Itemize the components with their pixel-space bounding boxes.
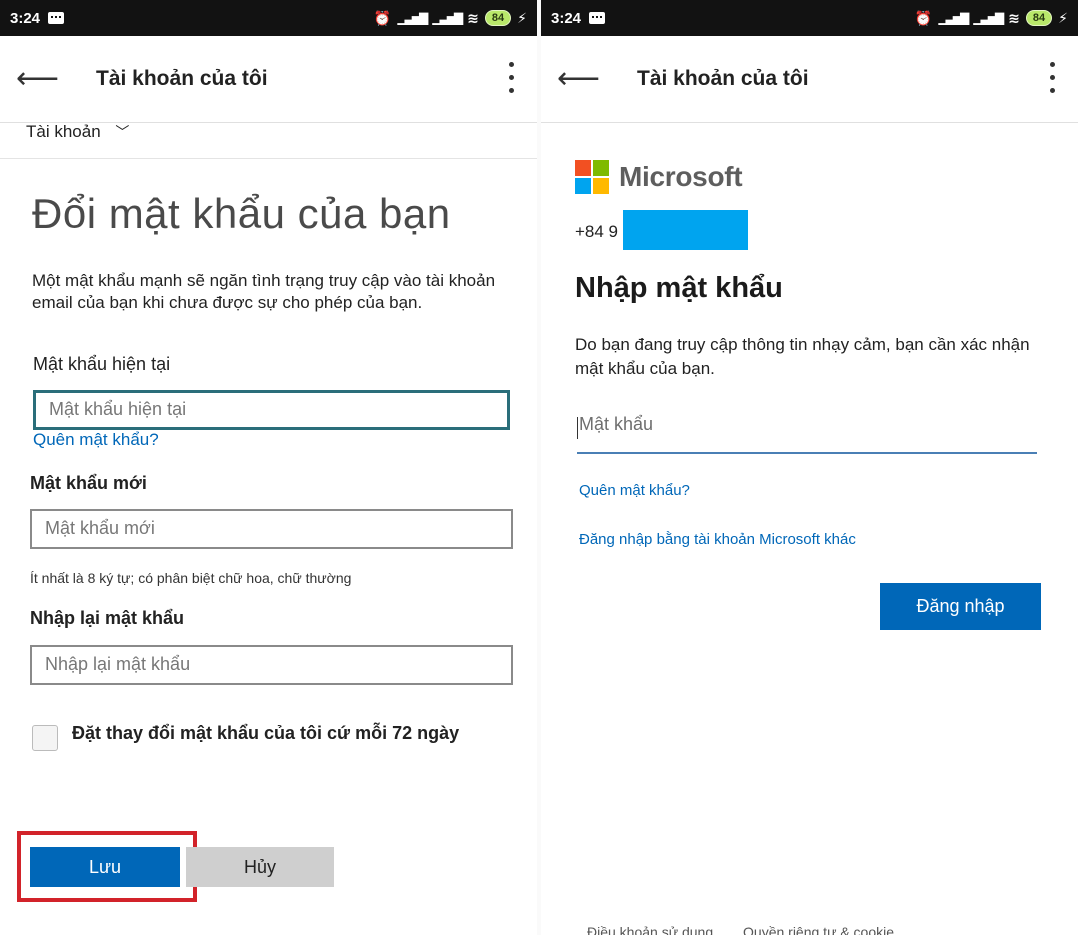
right-screen: 3:24 ⏰ ▁▃▅▇ ▁▃▅▇ ≋ 84 ⚡ ⟵ Tài khoản của … <box>541 0 1078 935</box>
microsoft-wordmark: Microsoft <box>619 161 743 192</box>
message-icon <box>48 12 65 24</box>
status-bar: 3:24 ⏰ ▁▃▅▇ ▁▃▅▇ ≋ 84 ⚡ <box>0 0 537 36</box>
status-icons: ⏰ ▁▃▅▇ ▁▃▅▇ ≋ 84 ⚡ <box>915 10 1068 27</box>
status-icons: ⏰ ▁▃▅▇ ▁▃▅▇ ≋ 84 ⚡ <box>374 10 527 27</box>
charging-icon: ⚡ <box>517 9 527 26</box>
wifi-icon: ≋ <box>1008 9 1020 26</box>
current-password-field[interactable]: Mật khẩu hiện tại <box>33 390 510 430</box>
terms-link[interactable]: Điều khoản sử dụng <box>587 924 713 935</box>
signal-icon: ▁▃▅▇ <box>938 11 969 25</box>
more-options-icon[interactable] <box>507 62 515 98</box>
signal-icon: ▁▃▅▇ <box>397 11 428 25</box>
other-account-link[interactable]: Đăng nhập bằng tài khoản Microsoft khác <box>579 531 856 548</box>
cancel-button[interactable]: Hủy <box>186 847 334 887</box>
current-password-label: Mật khẩu hiện tại <box>33 354 171 374</box>
logo-square-yellow <box>593 178 609 194</box>
page-title: Đổi mật khẩu của bạn <box>32 190 451 237</box>
message-icon <box>589 12 606 24</box>
phone-number: +84 9 <box>575 222 619 241</box>
new-password-field[interactable]: Mật khẩu mới <box>30 509 513 549</box>
password-input[interactable]: Mật khẩu <box>577 408 1037 454</box>
back-arrow-icon[interactable]: ⟵ <box>16 64 59 94</box>
privacy-link[interactable]: Quyền riêng tư & cookie <box>743 924 894 935</box>
logo-square-red <box>575 160 591 176</box>
app-bar: ⟵ Tài khoản của tôi <box>541 36 1078 123</box>
charging-icon: ⚡ <box>1058 9 1068 26</box>
footer: Điều khoản sử dụng Quyền riêng tư & cook… <box>587 924 962 935</box>
account-dropdown-label: Tài khoản <box>26 122 101 141</box>
page-description: Một mật khẩu mạnh sẽ ngăn tình trạng tru… <box>32 271 496 312</box>
forgot-password-link[interactable]: Quên mật khẩu? <box>33 430 159 450</box>
alarm-icon: ⏰ <box>914 9 933 26</box>
more-icon[interactable]: ... <box>924 924 936 935</box>
sign-in-button[interactable]: Đăng nhập <box>880 583 1041 630</box>
save-button[interactable]: Lưu <box>30 847 180 887</box>
page-description: Do bạn đang truy cập thông tin nhạy cảm,… <box>575 335 1030 378</box>
logo-square-green <box>593 160 609 176</box>
confirm-password-field[interactable]: Nhập lại mật khẩu <box>30 645 513 685</box>
account-dropdown[interactable]: Tài khoản ﹀ <box>26 122 129 142</box>
password-hint: Ít nhất là 8 ký tự; có phân biệt chữ hoa… <box>30 570 352 586</box>
battery-icon: 84 <box>1025 10 1053 26</box>
back-arrow-icon[interactable]: ⟵ <box>557 64 600 94</box>
alarm-icon: ⏰ <box>373 9 392 26</box>
more-options-icon[interactable] <box>1048 62 1056 98</box>
app-bar-title: Tài khoản của tôi <box>637 67 809 90</box>
app-bar: ⟵ Tài khoản của tôi <box>0 36 537 123</box>
status-bar: 3:24 ⏰ ▁▃▅▇ ▁▃▅▇ ≋ 84 ⚡ <box>541 0 1078 36</box>
checkbox-label: Đặt thay đổi mật khẩu của tôi cứ mỗi 72 … <box>72 723 460 743</box>
logo-square-blue <box>575 178 591 194</box>
forgot-password-link[interactable]: Quên mật khẩu? <box>579 482 690 499</box>
wifi-icon: ≋ <box>467 9 479 26</box>
app-bar-title: Tài khoản của tôi <box>96 67 268 90</box>
confirm-password-label: Nhập lại mật khẩu <box>30 608 185 628</box>
left-screen: 3:24 ⏰ ▁▃▅▇ ▁▃▅▇ ≋ 84 ⚡ ⟵ Tài khoản của … <box>0 0 537 935</box>
signal-icon: ▁▃▅▇ <box>973 11 1004 25</box>
divider <box>0 158 537 159</box>
new-password-label: Mật khẩu mới <box>30 473 147 493</box>
microsoft-logo: Microsoft <box>575 160 743 194</box>
change-every-72-days-checkbox[interactable] <box>32 725 58 751</box>
signal-icon: ▁▃▅▇ <box>432 11 463 25</box>
microsoft-logo-icon <box>575 160 609 194</box>
status-time: 3:24 <box>10 9 41 27</box>
battery-icon: 84 <box>484 10 512 26</box>
page-title: Nhập mật khẩu <box>575 272 783 304</box>
redaction-box <box>623 210 748 250</box>
status-time: 3:24 <box>551 9 582 27</box>
chevron-down-icon: ﹀ <box>115 124 130 140</box>
